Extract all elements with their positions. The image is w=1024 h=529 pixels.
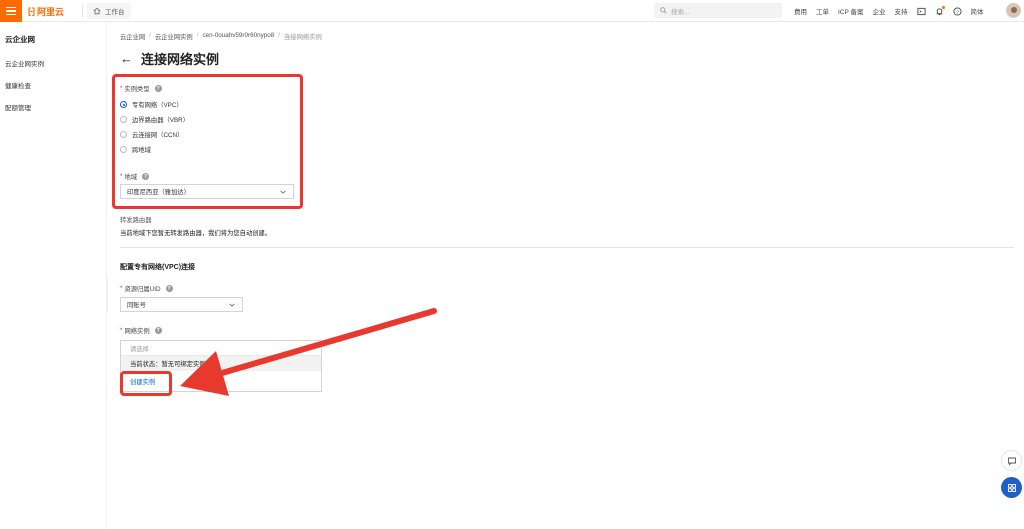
sidebar-item-cen-instances[interactable]: 云企业网实例 [5,58,44,68]
breadcrumb-current: 连接网络实例 [284,34,322,41]
section-divider [120,247,1014,248]
breadcrumb-cen-instances[interactable]: 云企业网实例 [155,32,193,41]
top-navbar: [-] 阿里云 工作台 搜索... 费用 工单 ICP 备案 企业 支持 ? 简… [0,0,1024,22]
top-nav-links: 费用 工单 ICP 备案 企业 支持 ? 简体 [794,0,984,22]
help-icon[interactable]: ? [952,6,962,16]
page-title: ← 连接网络实例 [120,49,219,68]
chevron-down-icon [229,303,235,307]
search-placeholder: 搜索... [671,8,690,16]
sidebar-title: 云企业网 [5,35,35,44]
help-icon[interactable]: ? [154,327,162,334]
account-select-value: 同账号 [127,302,146,309]
nav-fees[interactable]: 费用 [794,6,807,16]
nav-support[interactable]: 支持 [895,6,908,16]
language-switch[interactable]: 简体 [971,6,984,16]
highlight-box-create-instance [120,371,172,396]
transit-router-info: 当前地域下您暂无转发路由器，我们将为您自动创建。 [120,230,272,237]
nav-tickets[interactable]: 工单 [816,6,829,16]
breadcrumb: 云企业网 / 云企业网实例 / cen-0ouahv59r0r60nypo8 /… [120,32,322,41]
sidebar: 云企业网 云企业网实例 健康检查 配额管理 [0,22,107,529]
bell-icon[interactable] [935,5,945,16]
global-search-input[interactable]: 搜索... [654,3,782,18]
home-icon [93,7,101,15]
help-icon[interactable]: ? [165,285,173,292]
user-avatar[interactable] [1006,3,1021,18]
logo-text: 阿里云 [37,6,65,17]
logo-mark: [-] [28,6,35,16]
sidebar-item-quota[interactable]: 配额管理 [5,102,31,112]
network-instance-label: * 网络实例? [120,327,162,335]
nav-enterprise[interactable]: 企业 [873,6,886,16]
breadcrumb-instance-id[interactable]: cen-0ouahv59r0r60nypo8 [202,32,274,41]
network-instance-input[interactable]: 请选择 [121,341,321,356]
account-uid-select[interactable]: 同账号 [120,297,243,312]
dropdown-status-text: 当前状态：暂无可绑定实例 [121,356,321,371]
hamburger-menu-icon[interactable] [0,0,22,22]
back-arrow-icon[interactable]: ← [120,51,133,66]
page-title-text: 连接网络实例 [141,52,220,67]
account-uid-label: * 资源归属UID? [120,285,173,293]
sidebar-item-health-check[interactable]: 健康检查 [5,80,31,90]
search-icon [660,7,667,14]
chat-float-button[interactable] [1001,450,1022,471]
workbench-label: 工作台 [105,9,125,16]
terminal-icon[interactable] [916,7,926,16]
chat-icon [1007,457,1016,466]
vpc-section-title: 配置专有网络(VPC)连接 [120,264,196,271]
workbench-button[interactable]: 工作台 [87,3,131,19]
aliyun-logo[interactable]: [-] 阿里云 [28,5,64,17]
notification-dot [941,5,945,9]
apps-grid-icon [1007,483,1016,492]
logo-divider [82,5,83,17]
apps-float-button[interactable] [1001,477,1022,498]
nav-icp[interactable]: ICP 备案 [838,6,864,16]
breadcrumb-cen[interactable]: 云企业网 [120,32,145,41]
svg-text:?: ? [956,9,959,15]
highlight-box-instance-type [112,74,303,209]
transit-router-label: 转发路由器 [120,217,152,224]
